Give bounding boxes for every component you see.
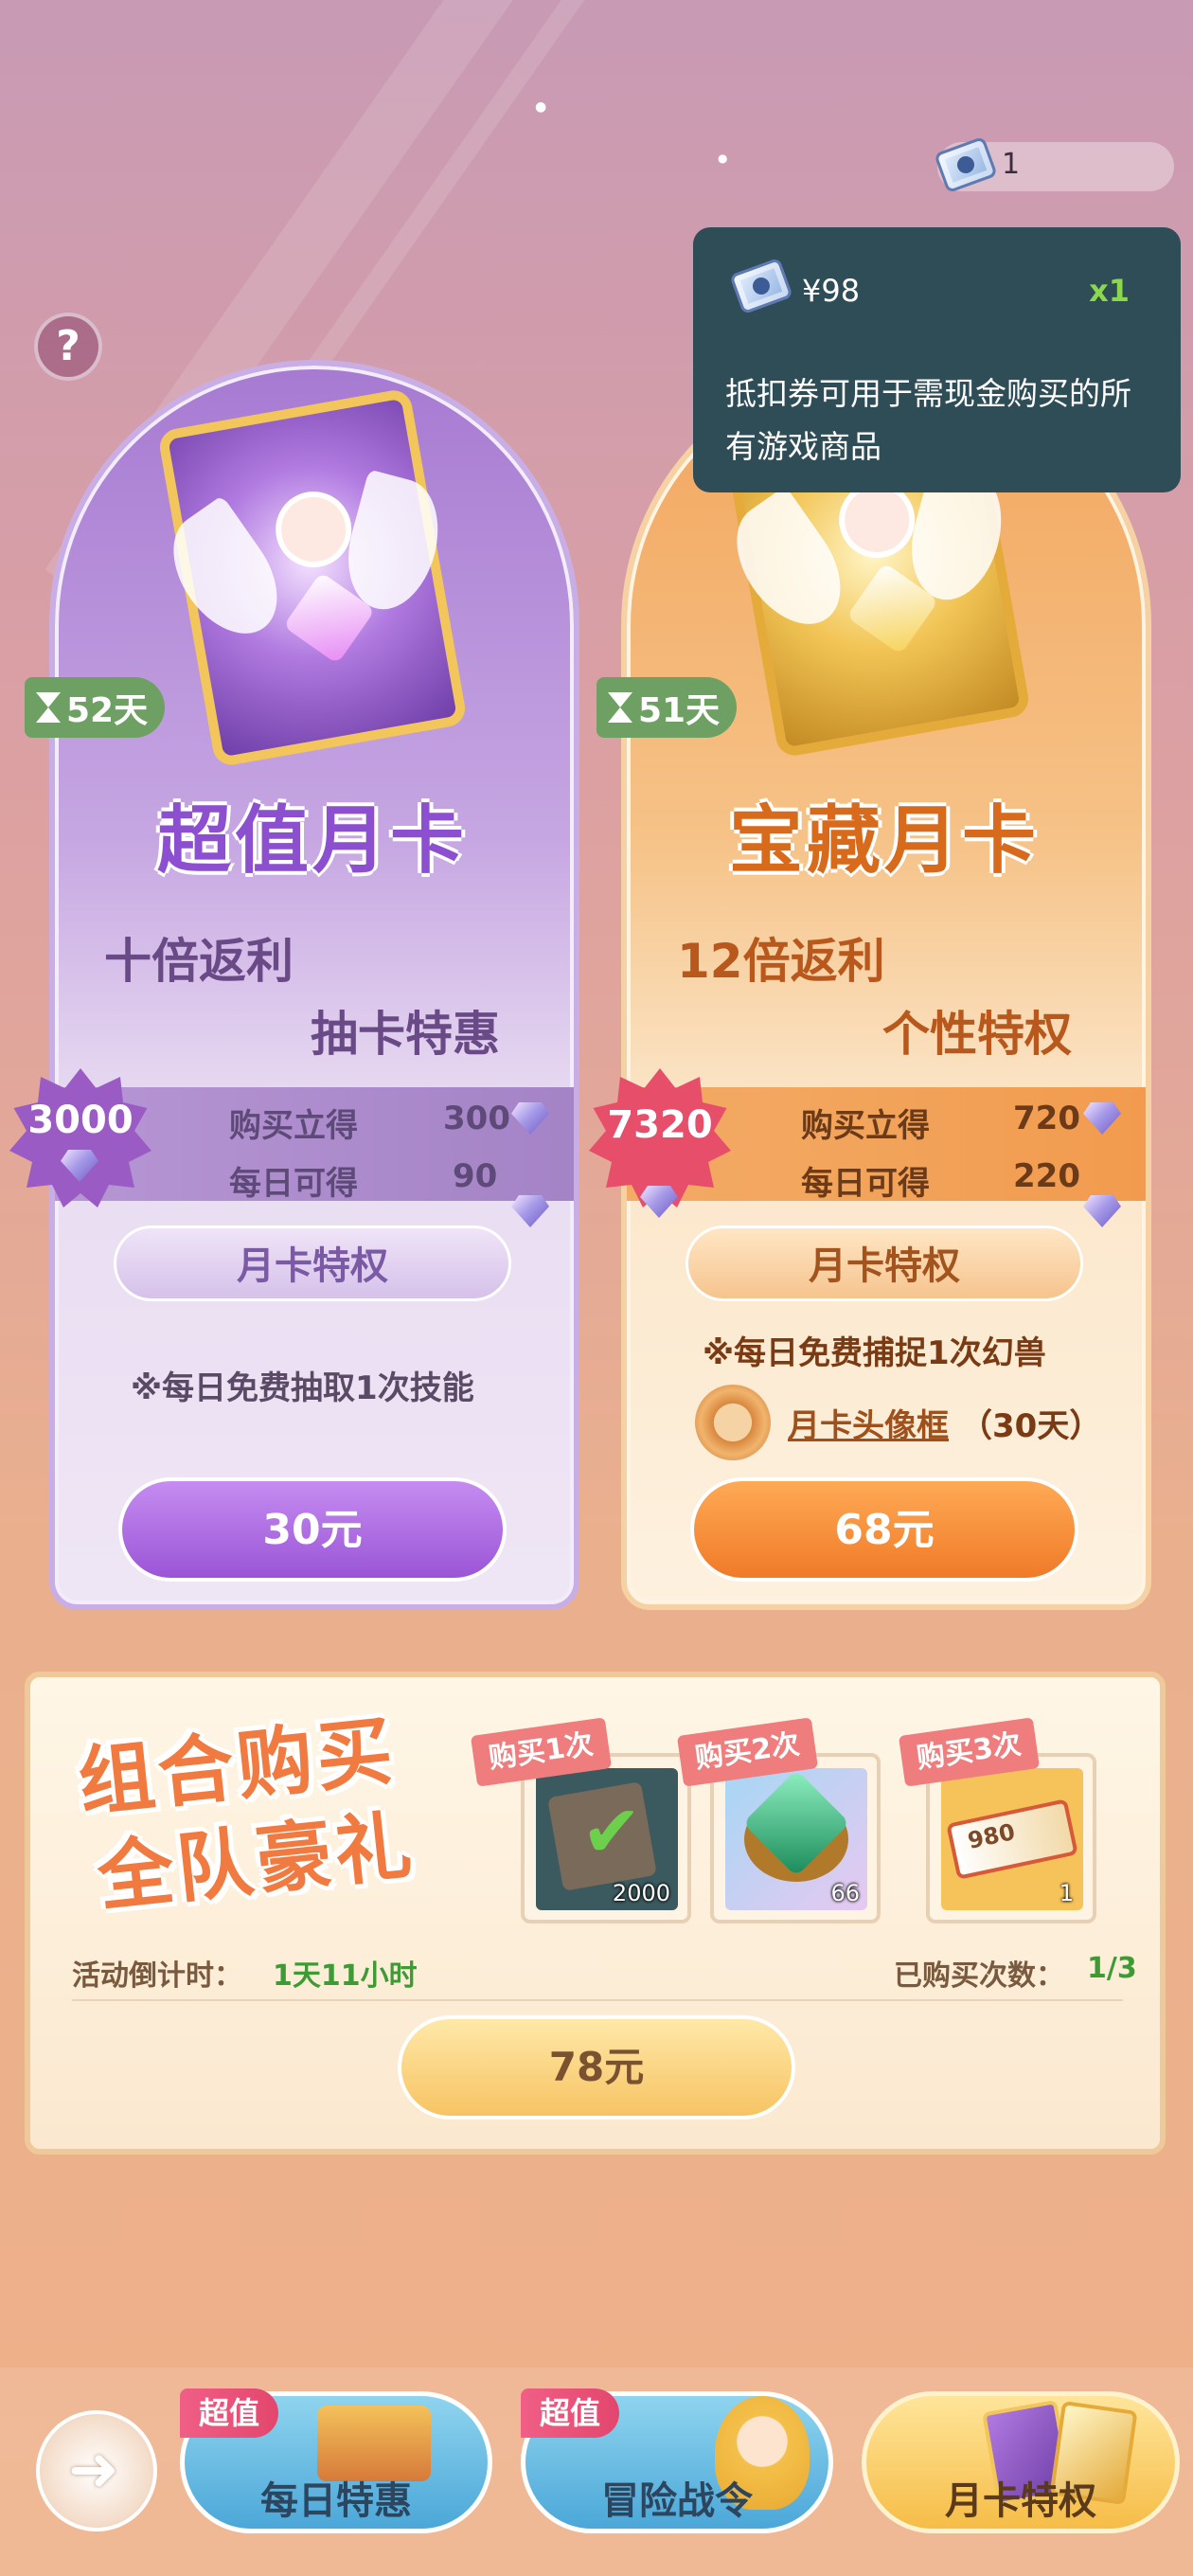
instant-reward-value: 720 — [1013, 1100, 1080, 1137]
card-title: 超值月卡 — [156, 798, 468, 884]
voucher-icon — [729, 257, 793, 315]
value-tag: 超值 — [521, 2388, 620, 2438]
bundle-reward-slot[interactable]: ✔ 2000 — [521, 1753, 691, 1923]
card-subtitle-1: 十倍返利 — [104, 934, 294, 989]
total-gems-value: 7320 — [607, 1103, 713, 1147]
currency-amount: 1 — [1002, 148, 1021, 181]
emerald-ring-icon: 66 — [725, 1768, 867, 1910]
back-button[interactable]: ➜ — [36, 2410, 157, 2531]
gem-icon — [507, 1100, 553, 1136]
avatar-frame-link[interactable]: 月卡头像框 — [788, 1400, 949, 1446]
card-subtitle-1: 12倍返利 — [677, 934, 885, 989]
claimed-check-icon: ✔ — [581, 1789, 642, 1873]
nav-tab-monthly-card[interactable]: 月卡特权 — [862, 2391, 1180, 2533]
daily-reward-label: 每日可得 — [801, 1165, 930, 1203]
angel-face — [269, 485, 358, 574]
card-subtitle-2: 抽卡特惠 — [311, 1007, 500, 1062]
gem-icon — [1079, 1193, 1125, 1229]
total-gems-value: 3000 — [27, 1099, 134, 1142]
days-remaining-text: 51天 — [638, 691, 721, 730]
purchase-count-value: 1/3 — [1087, 1952, 1137, 1985]
instant-reward-label: 购买立得 — [801, 1107, 930, 1145]
instant-reward-label: 购买立得 — [229, 1107, 358, 1145]
purchase-count-label: 已购买次数： — [894, 1959, 1064, 1993]
hourglass-icon — [36, 690, 61, 724]
item-count: 66 — [830, 1880, 860, 1906]
buy-bundle-button[interactable]: 78元 — [398, 2015, 795, 2120]
card-feature: ※每日免费捕捉1次幻兽 — [703, 1334, 1046, 1372]
voucher-quantity: x1 — [1089, 273, 1130, 309]
voucher-price: ¥98 — [802, 273, 861, 309]
sparkle-icon: ● — [718, 152, 728, 165]
days-remaining-text: 52天 — [66, 691, 149, 730]
days-remaining-badge: 51天 — [596, 677, 738, 738]
privilege-header: 月卡特权 — [114, 1225, 511, 1301]
value-tag: 超值 — [180, 2388, 279, 2438]
sparkle-icon: ● — [535, 99, 547, 115]
card-subtitle-2: 个性特权 — [882, 1007, 1072, 1062]
back-arrow-icon: ➜ — [68, 2435, 119, 2505]
countdown-label: 活动倒计时： — [72, 1959, 242, 1993]
help-button[interactable]: ? — [34, 313, 102, 381]
gem-icon — [636, 1184, 682, 1220]
gem-icon — [1079, 1100, 1125, 1136]
buy-super-value-card-button[interactable]: 30元 — [118, 1477, 507, 1582]
voucher-description: 抵扣券可用于需现金购买的所有游戏商品 — [725, 375, 1131, 465]
buy-treasure-card-button[interactable]: 68元 — [690, 1477, 1078, 1582]
daily-reward-value: 90 — [453, 1157, 498, 1195]
daily-reward-label: 每日可得 — [229, 1165, 358, 1203]
nav-tab-label: 冒险战令 — [601, 2479, 753, 2523]
item-count: 2000 — [612, 1880, 670, 1906]
voucher-tooltip: ¥98 x1 抵扣券可用于需现金购买的所有游戏商品 — [693, 227, 1181, 492]
skill-book-icon: ✔ 2000 — [536, 1768, 678, 1910]
hourglass-icon — [608, 690, 632, 724]
card-title: 宝藏月卡 — [728, 798, 1040, 884]
card-feature: ※每日免费抽取1次技能 — [131, 1369, 474, 1407]
countdown-value: 1天11小时 — [273, 1959, 418, 1993]
nav-tab-label: 月卡特权 — [945, 2479, 1096, 2523]
avatar-frame-icon — [695, 1385, 771, 1460]
instant-reward-value: 300 — [443, 1100, 510, 1137]
avatar-frame-duration: （30天） — [960, 1407, 1102, 1445]
divider — [72, 1999, 1123, 2001]
privilege-header: 月卡特权 — [686, 1225, 1083, 1301]
gem-icon — [507, 1193, 553, 1229]
days-remaining-badge: 52天 — [25, 677, 166, 738]
item-count: 1 — [1059, 1880, 1074, 1906]
voucher-980-icon: 980 1 — [941, 1768, 1083, 1910]
gem-icon — [57, 1148, 102, 1184]
daily-reward-value: 220 — [1013, 1157, 1080, 1195]
nav-tab-label: 每日特惠 — [260, 2479, 412, 2523]
